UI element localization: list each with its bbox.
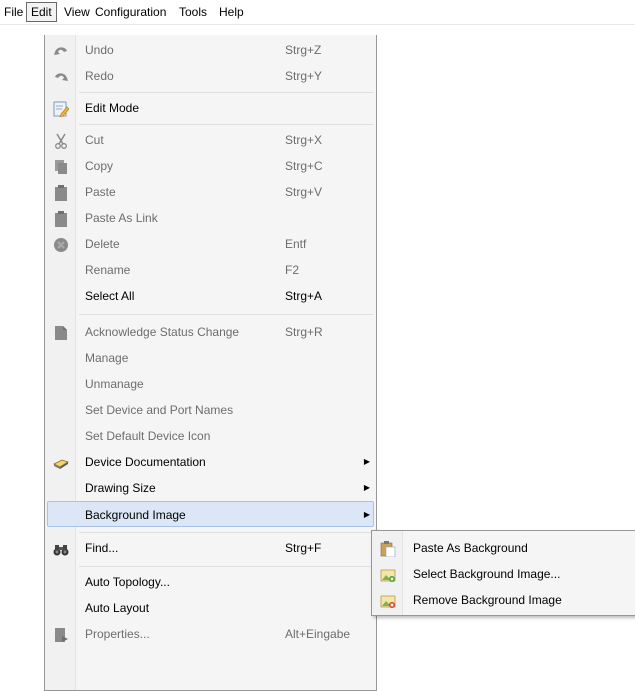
device-documentation-icon	[53, 454, 69, 470]
menu-item-rename[interactable]: Rename F2	[47, 257, 374, 283]
menu-item-background-image[interactable]: Background Image ▶	[47, 501, 374, 527]
menu-item-device-documentation[interactable]: Device Documentation ▶	[47, 449, 374, 475]
copy-icon	[53, 158, 69, 174]
menu-item-select-all[interactable]: Select All Strg+A	[47, 283, 374, 309]
submenu-item-paste-as-background[interactable]: Paste As Background	[374, 535, 634, 561]
menu-file[interactable]: File	[0, 2, 27, 22]
menu-item-set-device-and-port-names[interactable]: Set Device and Port Names	[47, 397, 374, 423]
delete-icon	[53, 236, 69, 252]
menu-bar: File Edit View Configuration Tools Help	[0, 0, 635, 25]
submenu-arrow-icon: ▶	[363, 457, 370, 466]
edit-menu: Undo Strg+Z Redo Strg+Y Edit Mode Cut St…	[44, 35, 377, 691]
scissors-icon	[53, 132, 69, 149]
remove-image-icon	[380, 592, 396, 608]
menu-item-delete[interactable]: Delete Entf	[47, 231, 374, 257]
menu-view[interactable]: View	[60, 2, 94, 22]
menu-help[interactable]: Help	[215, 2, 248, 22]
menu-item-undo[interactable]: Undo Strg+Z	[47, 37, 374, 63]
redo-icon	[53, 68, 69, 84]
acknowledge-icon	[53, 324, 69, 340]
menu-item-copy[interactable]: Copy Strg+C	[47, 153, 374, 179]
menu-item-acknowledge-status-change[interactable]: Acknowledge Status Change Strg+R	[47, 319, 374, 345]
submenu-item-select-background-image[interactable]: Select Background Image...	[374, 561, 634, 587]
menu-item-cut[interactable]: Cut Strg+X	[47, 127, 374, 153]
menu-item-properties[interactable]: Properties... Alt+Eingabe	[47, 621, 374, 647]
submenu-arrow-icon: ▶	[363, 510, 370, 519]
select-image-icon	[380, 566, 396, 582]
menu-item-find[interactable]: Find... Strg+F	[47, 535, 374, 561]
menu-item-auto-layout[interactable]: Auto Layout	[47, 595, 374, 621]
menu-item-set-default-device-icon[interactable]: Set Default Device Icon	[47, 423, 374, 449]
undo-icon	[53, 42, 69, 58]
properties-icon	[53, 626, 69, 642]
paste-link-icon	[53, 210, 69, 227]
menu-tools[interactable]: Tools	[175, 2, 211, 22]
paste-background-icon	[380, 540, 396, 558]
submenu-arrow-icon: ▶	[363, 483, 370, 492]
menu-item-unmanage[interactable]: Unmanage	[47, 371, 374, 397]
menu-item-edit-mode[interactable]: Edit Mode	[47, 95, 374, 121]
menu-item-drawing-size[interactable]: Drawing Size ▶	[47, 475, 374, 501]
menu-edit[interactable]: Edit	[26, 2, 57, 22]
menu-item-redo[interactable]: Redo Strg+Y	[47, 63, 374, 89]
menu-item-auto-topology[interactable]: Auto Topology...	[47, 569, 374, 595]
paste-icon	[53, 184, 69, 201]
menu-item-paste-as-link[interactable]: Paste As Link	[47, 205, 374, 231]
edit-mode-icon	[53, 100, 70, 118]
background-image-submenu: Paste As Background Select Background Im…	[371, 530, 635, 616]
menu-item-manage[interactable]: Manage	[47, 345, 374, 371]
menu-configuration[interactable]: Configuration	[91, 2, 170, 22]
binoculars-icon	[53, 540, 69, 556]
submenu-item-remove-background-image[interactable]: Remove Background Image	[374, 587, 634, 613]
menu-item-paste[interactable]: Paste Strg+V	[47, 179, 374, 205]
